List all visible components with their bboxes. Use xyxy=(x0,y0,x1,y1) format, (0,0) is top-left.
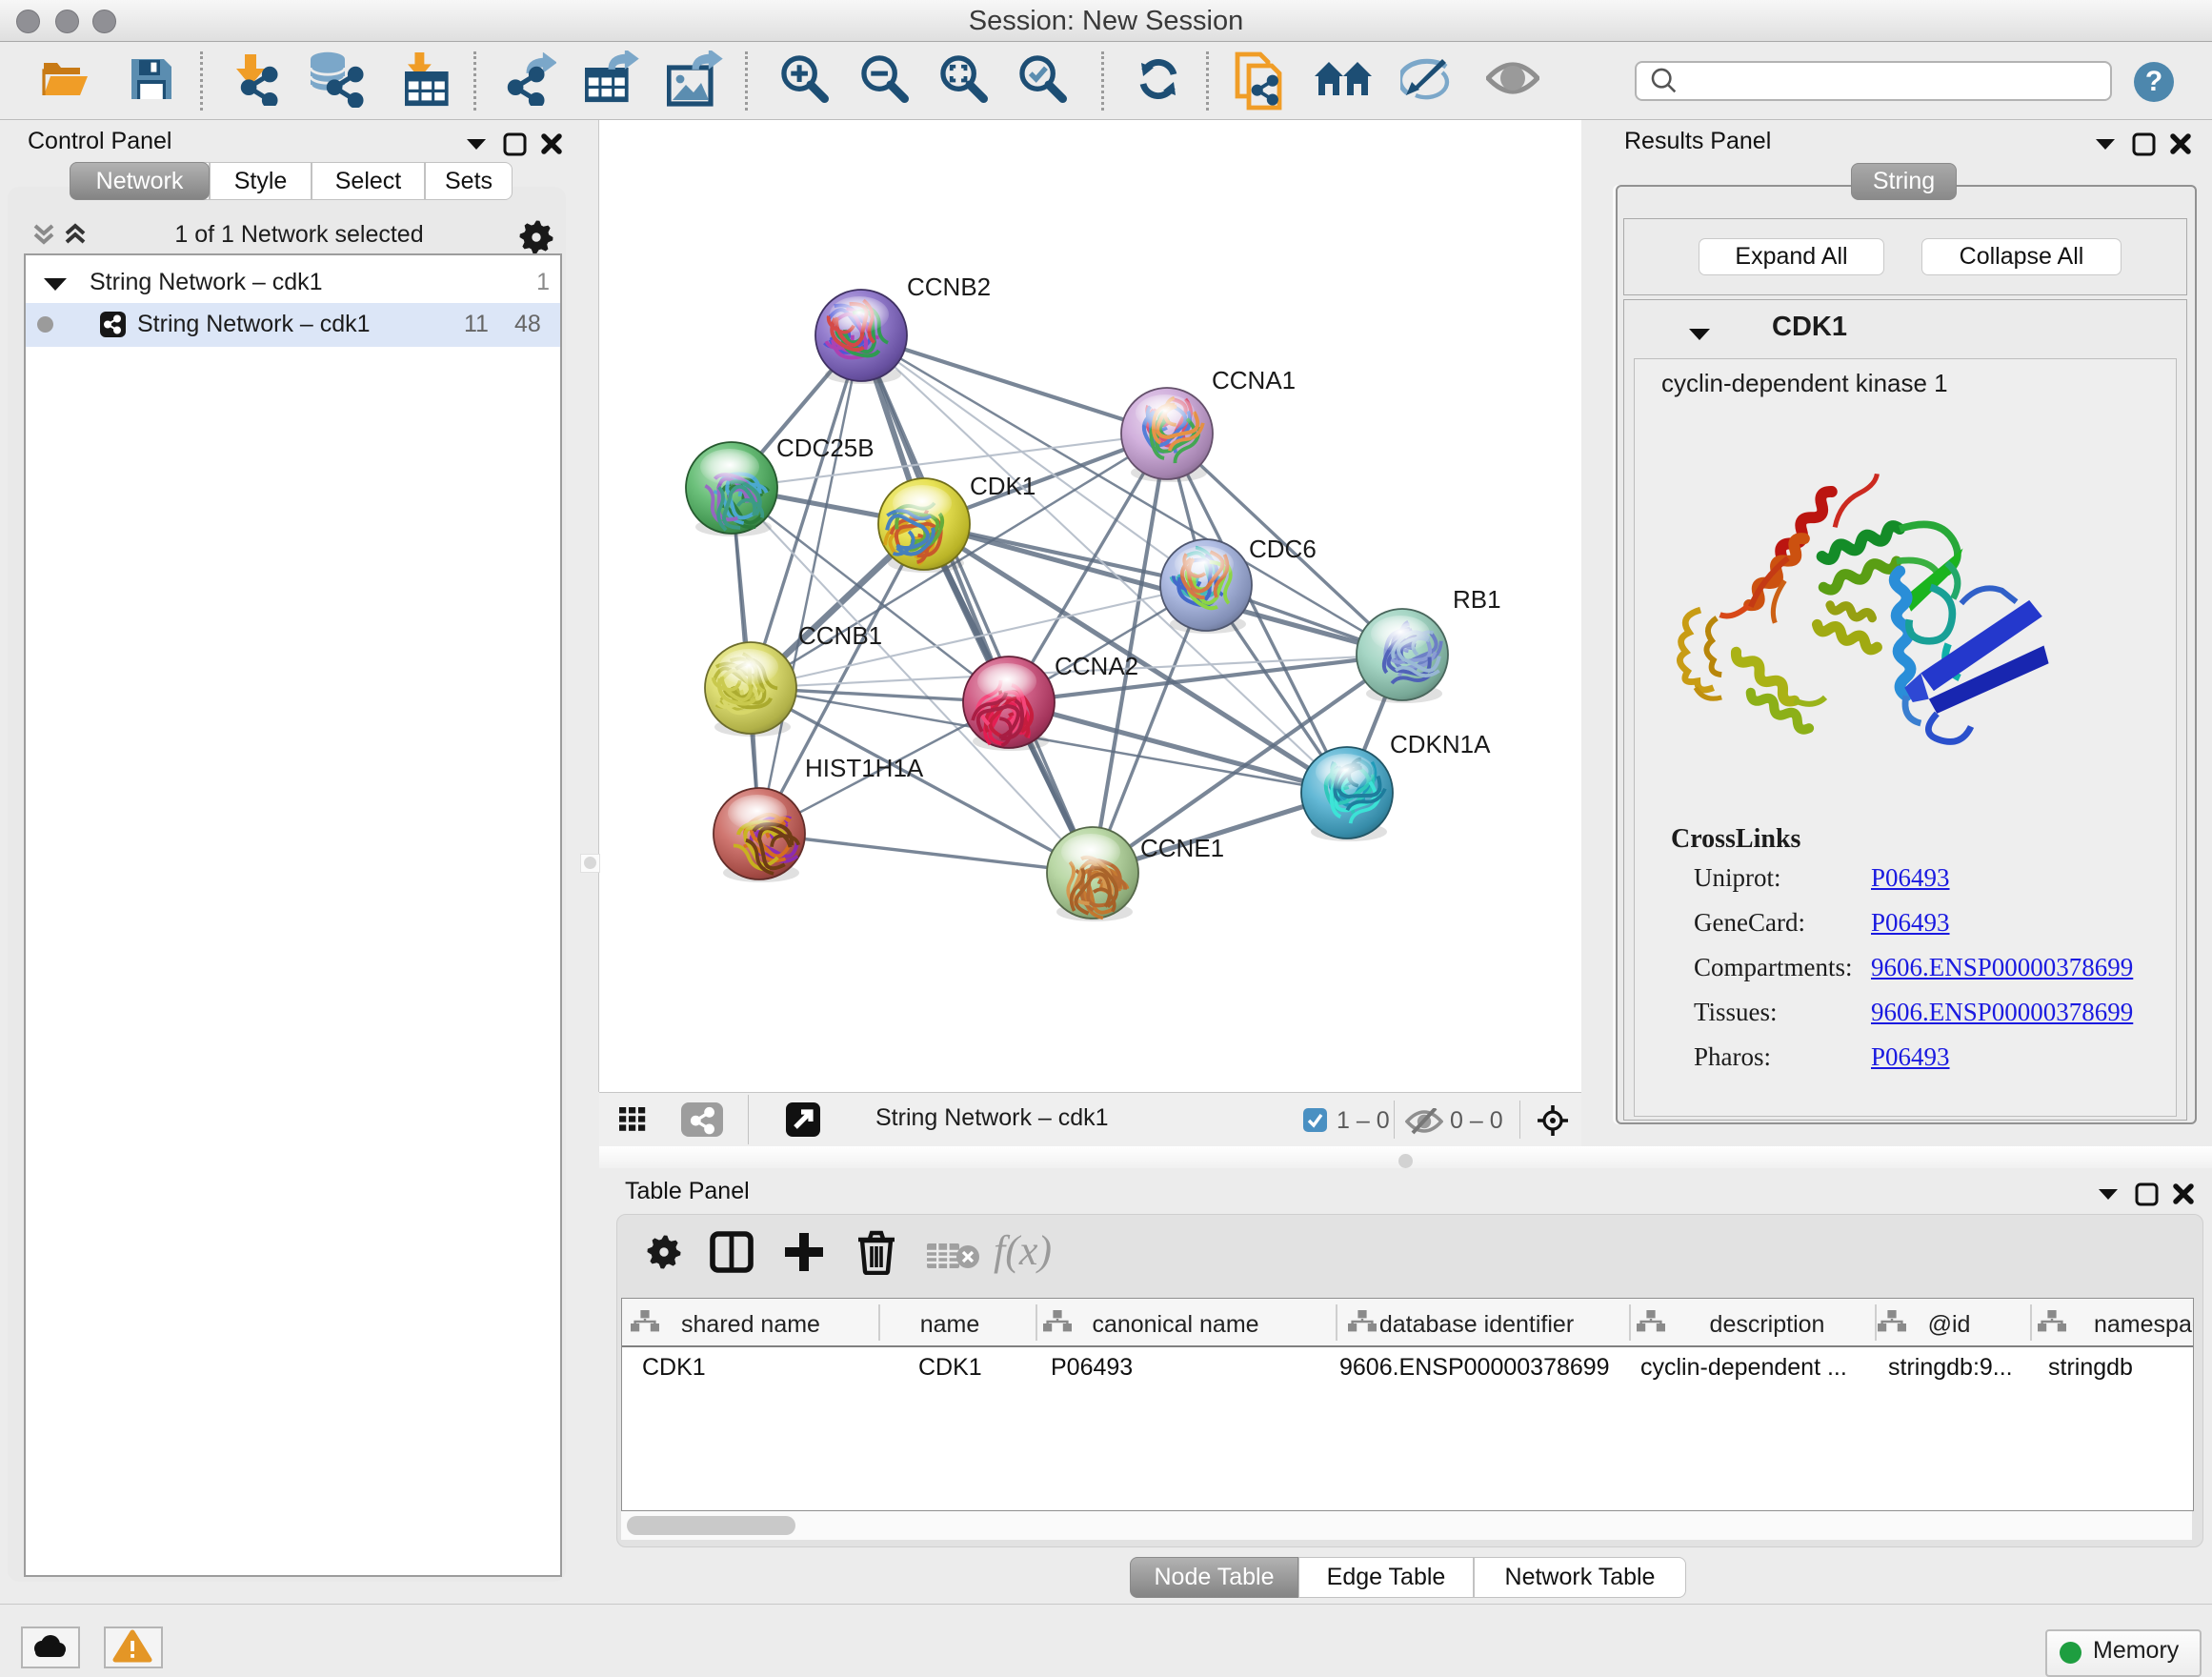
svg-text:RB1: RB1 xyxy=(1453,585,1501,614)
svg-text:CCNE1: CCNE1 xyxy=(1140,834,1224,862)
svg-text:CDC25B: CDC25B xyxy=(776,434,875,462)
svg-text:CDKN1A: CDKN1A xyxy=(1390,730,1491,758)
svg-text:CCNB1: CCNB1 xyxy=(798,621,882,650)
svg-text:HIST1H1A: HIST1H1A xyxy=(805,754,924,782)
svg-text:CCNA1: CCNA1 xyxy=(1212,366,1296,394)
svg-text:CCNA2: CCNA2 xyxy=(1055,652,1138,680)
svg-text:CCNB2: CCNB2 xyxy=(907,273,991,301)
svg-text:CDK1: CDK1 xyxy=(970,472,1036,500)
svg-text:CDC6: CDC6 xyxy=(1249,535,1317,563)
